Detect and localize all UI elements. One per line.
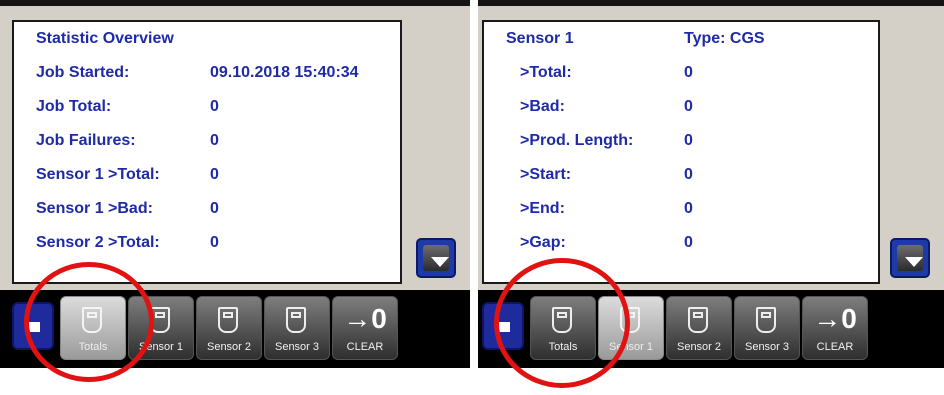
sensor2-total-label: Sensor 2 >Total:: [36, 234, 160, 251]
clear-button[interactable]: →0 CLEAR: [332, 296, 398, 360]
sensor-total-value: 0: [684, 64, 693, 81]
sensor1-bad-row: Sensor 1 >Bad: 0: [14, 192, 400, 226]
tab-sensor-3-label: Sensor 3: [274, 341, 320, 353]
sensor1-total-row: Sensor 1 >Total: 0: [14, 158, 400, 192]
tab-sensor-2[interactable]: Sensor 2: [196, 296, 262, 360]
job-started-label: Job Started:: [36, 64, 130, 81]
sensor-gap-value: 0: [684, 234, 693, 251]
tab-sensor-3[interactable]: Sensor 3: [734, 296, 800, 360]
sensor-header-row: Sensor 1 Type: CGS: [484, 22, 878, 56]
clear-button[interactable]: →0 CLEAR: [802, 296, 868, 360]
overview-title: Statistic Overview: [36, 30, 174, 47]
tab-sensor-2[interactable]: Sensor 2: [666, 296, 732, 360]
sensor-end-value: 0: [684, 200, 693, 217]
sensor-start-row: >Start: 0: [484, 158, 878, 192]
tab-sensor-2-label: Sensor 2: [676, 341, 722, 353]
clear-icon: →0: [813, 303, 857, 334]
scroll-down-icon: [897, 245, 923, 271]
sensor-bad-label: >Bad:: [520, 98, 565, 115]
job-started-row: Job Started: 09.10.2018 15:40:34: [14, 56, 400, 90]
sensor-start-label: >Start:: [520, 166, 572, 183]
sensor-bad-row: >Bad: 0: [484, 90, 878, 124]
sensor-icon: [756, 307, 776, 333]
highlight-circle-right: [494, 258, 630, 388]
clear-icon: →0: [343, 303, 387, 334]
tab-sensor-3-label: Sensor 3: [744, 341, 790, 353]
sensor-gap-row: >Gap: 0: [484, 226, 878, 260]
scroll-down-icon: [423, 245, 449, 271]
sensor-end-label: >End:: [520, 200, 565, 217]
statistic-overview-panel: Statistic Overview Job Started: 09.10.20…: [12, 20, 402, 284]
sensor-prod-length-row: >Prod. Length: 0: [484, 124, 878, 158]
sensor-start-value: 0: [684, 166, 693, 183]
sensor1-total-value: 0: [210, 166, 219, 183]
sensor-1-panel: Sensor 1 Type: CGS >Total: 0 >Bad: 0 >Pr…: [482, 20, 880, 284]
sensor-icon: [218, 307, 238, 333]
sensor-icon: [688, 307, 708, 333]
job-started-value: 09.10.2018 15:40:34: [210, 64, 359, 81]
sensor-icon: [286, 307, 306, 333]
clear-button-label: CLEAR: [346, 341, 384, 353]
sensor-total-label: >Total:: [520, 64, 572, 81]
job-total-value: 0: [210, 98, 219, 115]
tab-sensor-2-label: Sensor 2: [206, 341, 252, 353]
tab-sensor-3[interactable]: Sensor 3: [264, 296, 330, 360]
highlight-circle-left: [24, 262, 154, 382]
job-total-label: Job Total:: [36, 98, 112, 115]
sensor1-total-label: Sensor 1 >Total:: [36, 166, 160, 183]
sensor2-total-row: Sensor 2 >Total: 0: [14, 226, 400, 260]
job-failures-row: Job Failures: 0: [14, 124, 400, 158]
scroll-down-button[interactable]: [890, 238, 930, 278]
sensor-prod-length-label: >Prod. Length:: [520, 132, 634, 149]
sensor-gap-label: >Gap:: [520, 234, 566, 251]
scroll-down-button[interactable]: [416, 238, 456, 278]
sensor-title: Sensor 1: [506, 30, 574, 47]
clear-button-label: CLEAR: [816, 341, 854, 353]
sensor-type: Type: CGS: [684, 30, 765, 47]
overview-title-row: Statistic Overview: [14, 22, 400, 56]
sensor1-bad-label: Sensor 1 >Bad:: [36, 200, 153, 217]
job-failures-value: 0: [210, 132, 219, 149]
job-failures-label: Job Failures:: [36, 132, 136, 149]
sensor-total-row: >Total: 0: [484, 56, 878, 90]
sensor1-bad-value: 0: [210, 200, 219, 217]
sensor-prod-length-value: 0: [684, 132, 693, 149]
sensor-bad-value: 0: [684, 98, 693, 115]
job-total-row: Job Total: 0: [14, 90, 400, 124]
sensor2-total-value: 0: [210, 234, 219, 251]
sensor-end-row: >End: 0: [484, 192, 878, 226]
